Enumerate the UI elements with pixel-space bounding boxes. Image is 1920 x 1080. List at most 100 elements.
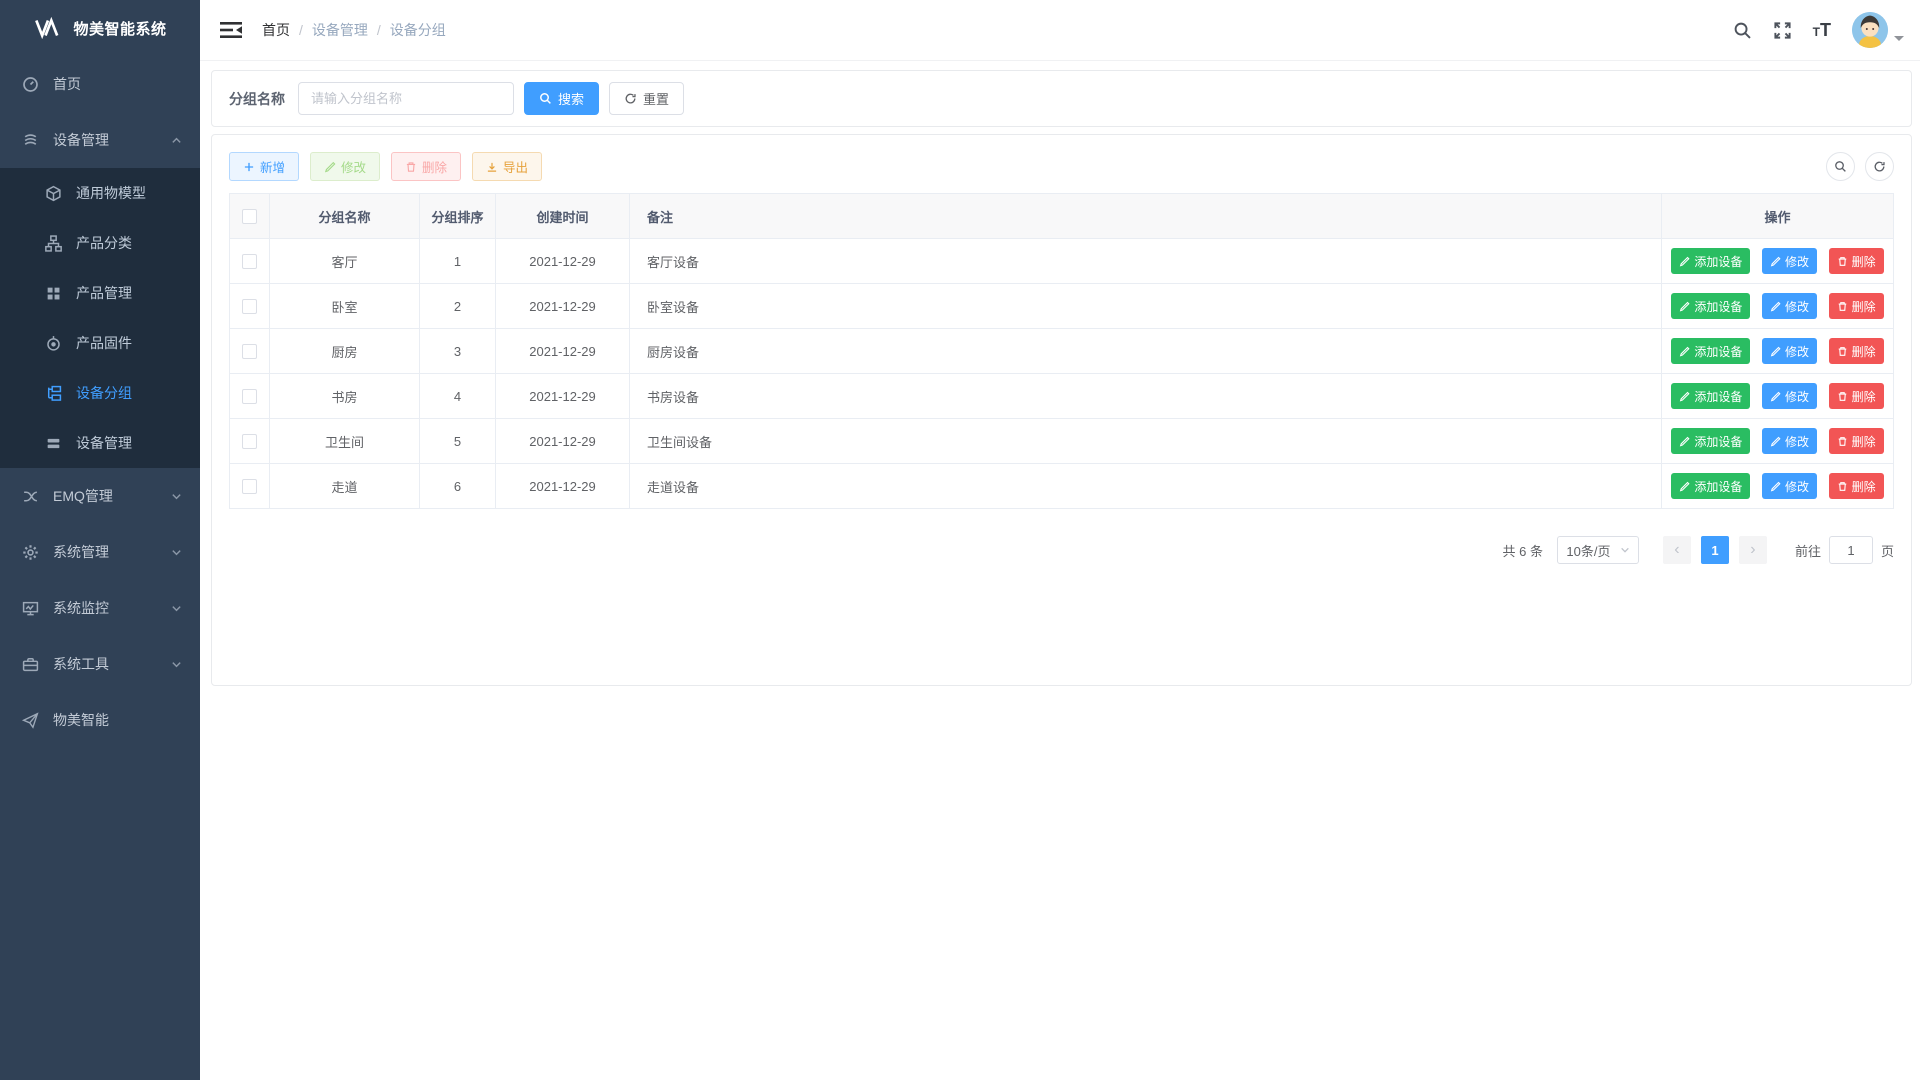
add-device-button[interactable]: 添加设备: [1671, 473, 1750, 499]
sidebar-item-thing-model[interactable]: 通用物模型: [0, 168, 200, 218]
row-edit-button[interactable]: 修改: [1762, 428, 1817, 454]
trash-icon: [1837, 436, 1848, 447]
navbar-actions: TT: [1733, 12, 1904, 48]
sidebar-item-system-mgmt[interactable]: 系统管理: [0, 524, 200, 580]
row-checkbox[interactable]: [242, 389, 257, 404]
device-mgmt-submenu: 通用物模型 产品分类 产品管理 产品固件: [0, 168, 200, 468]
sidebar-item-wumei[interactable]: 物美智能: [0, 692, 200, 748]
sidebar-item-system-tools[interactable]: 系统工具: [0, 636, 200, 692]
cell-group-name: 走道: [270, 464, 420, 509]
chevron-down-icon: [171, 547, 182, 558]
avatar[interactable]: [1852, 12, 1888, 48]
pencil-icon: [1679, 301, 1690, 312]
chevron-down-icon: [1620, 545, 1630, 555]
row-delete-button[interactable]: 删除: [1829, 473, 1884, 499]
table-header-row: 分组名称 分组排序 创建时间 备注 操作: [230, 194, 1894, 239]
current-page-button[interactable]: 1: [1701, 536, 1729, 564]
cell-group-name: 厨房: [270, 329, 420, 374]
cell-created: 2021-12-29: [496, 374, 630, 419]
header-search-icon[interactable]: [1733, 21, 1752, 40]
row-delete-button[interactable]: 删除: [1829, 338, 1884, 364]
cell-group-name: 客厅: [270, 239, 420, 284]
sidebar-item-label: EMQ管理: [53, 486, 113, 506]
sidebar-item-product-mgmt[interactable]: 产品管理: [0, 268, 200, 318]
sidebar-item-product-category[interactable]: 产品分类: [0, 218, 200, 268]
cell-group-order: 6: [420, 464, 496, 509]
breadcrumb-home[interactable]: 首页: [262, 20, 290, 40]
table-row: 书房 4 2021-12-29 书房设备 添加设备 修改 删除: [230, 374, 1894, 419]
row-delete-button[interactable]: 删除: [1829, 428, 1884, 454]
cell-actions: 添加设备 修改 删除: [1662, 374, 1894, 419]
cell-group-order: 2: [420, 284, 496, 329]
delete-button[interactable]: 删除: [391, 152, 461, 181]
add-device-button[interactable]: 添加设备: [1671, 248, 1750, 274]
header-remark: 备注: [630, 194, 1662, 239]
row-checkbox[interactable]: [242, 254, 257, 269]
sidebar-item-label: 产品分类: [76, 233, 132, 253]
row-edit-button[interactable]: 修改: [1762, 248, 1817, 274]
brand-icon: [33, 17, 63, 39]
reset-button[interactable]: 重置: [609, 82, 684, 115]
row-delete-button[interactable]: 删除: [1829, 293, 1884, 319]
sidebar-item-label: 系统监控: [53, 598, 109, 618]
sidebar-item-home[interactable]: 首页: [0, 56, 200, 112]
table-row: 卫生间 5 2021-12-29 卫生间设备 添加设备 修改 删除: [230, 419, 1894, 464]
add-device-button[interactable]: 添加设备: [1671, 383, 1750, 409]
refresh-icon: [624, 92, 637, 105]
search-button[interactable]: 搜索: [524, 82, 599, 115]
sidebar-item-product-firmware[interactable]: 产品固件: [0, 318, 200, 368]
prev-page-button[interactable]: ‹: [1663, 536, 1691, 564]
page-size-select[interactable]: 10条/页: [1557, 536, 1639, 564]
row-delete-button[interactable]: 删除: [1829, 248, 1884, 274]
export-button[interactable]: 导出: [472, 152, 542, 181]
total-count: 共 6 条: [1503, 541, 1543, 560]
sidebar-toggle-icon[interactable]: [220, 21, 242, 39]
group-name-input[interactable]: [298, 82, 514, 115]
edit-button[interactable]: 修改: [310, 152, 380, 181]
sidebar-item-label: 设备管理: [53, 130, 109, 150]
add-button[interactable]: 新增: [229, 152, 299, 181]
sidebar: 物美智能系统 首页 设备管理 通用物模型: [0, 0, 200, 1080]
sidebar-item-device-mgmt[interactable]: 设备管理: [0, 112, 200, 168]
cell-remark: 书房设备: [630, 374, 1662, 419]
sidebar-item-label: 设备管理: [76, 433, 132, 453]
add-device-button[interactable]: 添加设备: [1671, 428, 1750, 454]
toggle-search-button[interactable]: [1826, 152, 1855, 181]
row-checkbox[interactable]: [242, 299, 257, 314]
row-checkbox[interactable]: [242, 434, 257, 449]
trash-icon: [405, 161, 417, 173]
header-created: 创建时间: [496, 194, 630, 239]
header-actions: 操作: [1662, 194, 1894, 239]
user-menu[interactable]: [1852, 12, 1904, 48]
row-delete-button[interactable]: 删除: [1829, 383, 1884, 409]
pencil-icon: [1770, 346, 1781, 357]
fullscreen-icon[interactable]: [1773, 21, 1792, 40]
pencil-icon: [1679, 256, 1690, 267]
row-edit-button[interactable]: 修改: [1762, 338, 1817, 364]
select-all-checkbox[interactable]: [242, 209, 257, 224]
row-checkbox[interactable]: [242, 479, 257, 494]
row-checkbox[interactable]: [242, 344, 257, 359]
row-edit-button[interactable]: 修改: [1762, 383, 1817, 409]
sidebar-item-system-monitor[interactable]: 系统监控: [0, 580, 200, 636]
device-group-table: 分组名称 分组排序 创建时间 备注 操作 客厅 1 2021-12-29 客厅设…: [229, 193, 1894, 509]
cell-group-order: 1: [420, 239, 496, 284]
pencil-icon: [1770, 301, 1781, 312]
sidebar-item-label: 产品固件: [76, 333, 132, 353]
next-page-button[interactable]: ›: [1739, 536, 1767, 564]
app-logo[interactable]: 物美智能系统: [0, 0, 200, 56]
sidebar-item-device-group[interactable]: 设备分组: [0, 368, 200, 418]
add-device-button[interactable]: 添加设备: [1671, 293, 1750, 319]
row-edit-button[interactable]: 修改: [1762, 293, 1817, 319]
pencil-icon: [1770, 481, 1781, 492]
group-name-label: 分组名称: [229, 89, 285, 109]
font-size-icon[interactable]: TT: [1813, 21, 1831, 40]
add-device-button[interactable]: 添加设备: [1671, 338, 1750, 364]
sidebar-item-emq[interactable]: EMQ管理: [0, 468, 200, 524]
goto-page-input[interactable]: [1829, 536, 1873, 564]
sidebar-item-device-mgmt-sub[interactable]: 设备管理: [0, 418, 200, 468]
cell-actions: 添加设备 修改 删除: [1662, 329, 1894, 374]
refresh-table-button[interactable]: [1865, 152, 1894, 181]
cell-actions: 添加设备 修改 删除: [1662, 284, 1894, 329]
row-edit-button[interactable]: 修改: [1762, 473, 1817, 499]
